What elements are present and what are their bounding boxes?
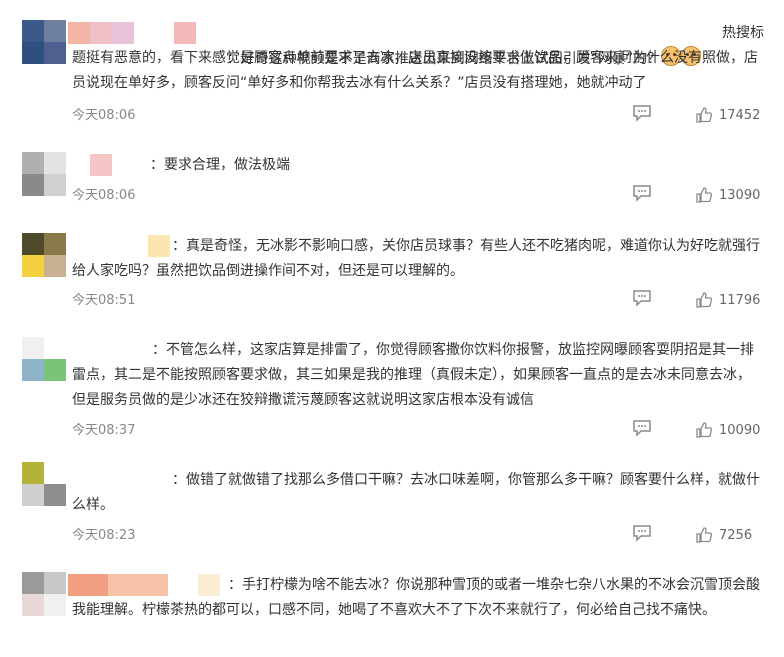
like-count: 7256 bbox=[719, 527, 753, 543]
avatar[interactable] bbox=[22, 233, 66, 277]
comment-text-continued: 热搜标题挺有恶意的，看下来感觉是顾客点单前要求了去冰，店员直接没按要求做饮品，顾… bbox=[72, 25, 764, 91]
avatar[interactable] bbox=[22, 20, 66, 64]
like-count: 13090 bbox=[719, 187, 761, 203]
comment-item: ：真是奇怪，无冰影不影响口感，关你店员球事？有些人还不吃猪肉呢，难道你认为好吃就… bbox=[0, 233, 784, 323]
comment-text: ：手打柠檬为啥不能去冰？你说那种雪顶的或者一堆杂七杂八水果的不冰会沉雪顶会酸我能… bbox=[72, 577, 760, 618]
comment-time: 今天08:23 bbox=[72, 528, 136, 543]
comment-item: ：手打柠檬为啥不能去冰？你说那种雪顶的或者一堆杂七杂八水果的不冰会沉雪顶会酸我能… bbox=[0, 572, 784, 657]
avatar[interactable] bbox=[22, 152, 66, 196]
like-button[interactable]: 13090 bbox=[695, 184, 760, 206]
thumbs-up-icon bbox=[696, 527, 713, 543]
like-button[interactable]: 17452 bbox=[695, 104, 760, 126]
thumbs-up-icon bbox=[696, 187, 713, 203]
like-count: 10090 bbox=[719, 422, 761, 438]
comment-bubble-icon[interactable] bbox=[632, 104, 654, 126]
like-button[interactable]: 10090 bbox=[695, 419, 760, 441]
comment-bubble-icon[interactable] bbox=[632, 289, 654, 311]
comment-text: ：不管怎么样，这家店算是排雷了，你觉得顾客撒你饮料你报警，放监控网曝顾客耍阴招是… bbox=[72, 342, 754, 408]
comment-bubble-icon[interactable] bbox=[632, 419, 654, 441]
comment-text: ：真是奇怪，无冰影不影响口感，关你店员球事？有些人还不吃猪肉呢，难道你认为好吃就… bbox=[72, 238, 760, 279]
comment-bubble-icon[interactable] bbox=[632, 524, 654, 546]
thumbs-up-icon bbox=[696, 292, 713, 308]
avatar[interactable] bbox=[22, 462, 66, 506]
comment-item: ：要求合理，做法极端 今天08:06 13090 bbox=[0, 152, 784, 222]
comment-item: ：不管怎么样，这家店算是排雷了，你觉得顾客撒你饮料你报警，放监控网曝顾客耍阴招是… bbox=[0, 337, 784, 447]
thumbs-up-icon bbox=[696, 107, 713, 123]
comment-feed: ：好奇这种视频是不是商家推送出来到网络平台上试图引发“网暴”的？ 热搜标题挺有恶… bbox=[0, 0, 784, 657]
comment-item: ：做错了就做错了找那么多借口干嘛？去冰口味差啊，你管那么多干嘛？顾客要什么样，就… bbox=[0, 462, 784, 552]
comment-bubble-icon[interactable] bbox=[632, 184, 654, 206]
comment-time: 今天08:51 bbox=[72, 293, 136, 308]
comment-time: 今天08:06 bbox=[72, 188, 136, 203]
comment-time: 今天08:37 bbox=[72, 423, 136, 438]
avatar[interactable] bbox=[22, 572, 66, 616]
like-count: 11796 bbox=[719, 292, 761, 308]
thumbs-up-icon bbox=[696, 422, 713, 438]
comment-text: ：做错了就做错了找那么多借口干嘛？去冰口味差啊，你管那么多干嘛？顾客要什么样，就… bbox=[72, 472, 760, 513]
like-count: 17452 bbox=[719, 107, 761, 123]
username[interactable] bbox=[68, 154, 112, 176]
comment-item: ：好奇这种视频是不是商家推送出来到网络平台上试图引发“网暴”的？ 热搜标题挺有恶… bbox=[0, 20, 784, 130]
comment-time: 今天08:06 bbox=[72, 108, 136, 123]
like-button[interactable]: 7256 bbox=[695, 524, 752, 546]
comment-text: ：要求合理，做法极端 bbox=[150, 157, 290, 173]
like-button[interactable]: 11796 bbox=[695, 289, 760, 311]
avatar[interactable] bbox=[22, 337, 66, 381]
